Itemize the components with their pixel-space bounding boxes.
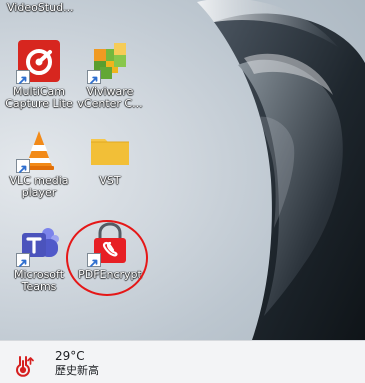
desktop-shortcut-label-line2: player xyxy=(21,186,57,199)
folder-icon xyxy=(87,127,133,173)
desktop-shortcut-label-line2: Teams xyxy=(21,280,57,293)
thermometer-icon xyxy=(12,354,36,378)
teams-icon xyxy=(16,221,62,267)
shortcut-arrow-icon xyxy=(16,253,30,267)
viviware-vcenter-icon xyxy=(87,38,133,84)
desktop-shortcut-label-line2: Capture Lite xyxy=(5,97,73,110)
desktop-shortcut-label-line1: VST xyxy=(99,174,121,187)
taskbar: 29°C 歷史新高 xyxy=(0,340,365,383)
desktop-shortcut-label: Microsoft Teams xyxy=(2,269,76,293)
highlight-circle xyxy=(66,220,148,296)
shortcut-arrow-icon xyxy=(16,70,30,84)
desktop-shortcut-label: VST xyxy=(73,175,147,187)
desktop-shortcut-label: VLC media player xyxy=(2,175,76,199)
desktop: VideoStud... MultiCam Capture Lite Viviw… xyxy=(0,0,365,340)
desktop-shortcut-label: Viviware vCenter C... xyxy=(73,86,147,110)
vlc-icon xyxy=(16,127,62,173)
desktop-shortcut-label-line2: vCenter C... xyxy=(77,97,143,110)
desktop-shortcut-label: MultiCam Capture Lite xyxy=(2,86,76,110)
weather-status[interactable]: 歷史新高 xyxy=(55,365,99,376)
multicam-capture-lite-icon xyxy=(16,38,62,84)
shortcut-arrow-icon xyxy=(87,70,101,84)
weather-temperature[interactable]: 29°C xyxy=(55,350,85,362)
top-desktop-label-left[interactable]: VideoStud... xyxy=(7,2,74,14)
shortcut-arrow-icon xyxy=(16,159,30,173)
